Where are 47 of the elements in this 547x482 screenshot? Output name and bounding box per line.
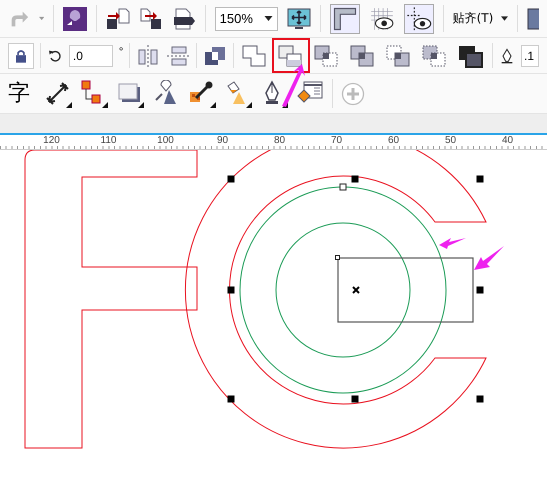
caret-icon (501, 16, 508, 21)
arrow-drawing (474, 246, 504, 270)
ruler-label: 110 (100, 135, 118, 148)
connector-tool-icon[interactable] (80, 80, 108, 108)
zoom-dropdown[interactable]: 150% (214, 6, 278, 30)
ruler-icon[interactable] (330, 4, 360, 34)
snap-dropdown[interactable]: 贴齐(T) (452, 10, 508, 27)
eyedropper-tool-icon[interactable] (188, 80, 216, 108)
ruler-label: 120 (42, 135, 61, 148)
selection-handle[interactable] (476, 396, 484, 402)
ruler-label: 90 (216, 135, 230, 148)
selection-handle[interactable] (228, 286, 234, 294)
guidelines-eye-icon[interactable] (404, 4, 434, 34)
node-handle[interactable] (335, 255, 340, 260)
pen-nib-icon (499, 48, 516, 64)
node-handle[interactable] (340, 184, 346, 190)
selection-handle[interactable] (228, 176, 234, 182)
selection-handle[interactable] (352, 176, 358, 182)
rotation-field[interactable]: .0 (68, 44, 113, 66)
dimension-tool-icon[interactable] (44, 80, 72, 108)
lock-icon[interactable] (8, 42, 34, 68)
ruler-label: 70 (330, 135, 344, 148)
outline-width-field[interactable]: .1 (521, 44, 540, 66)
ruler-label: 80 (272, 135, 286, 148)
shaping-icon (457, 44, 486, 68)
export-icon[interactable] (138, 6, 163, 30)
degree-label: ° (118, 46, 124, 58)
selection-handle[interactable] (476, 176, 484, 182)
zoom-to-fit-icon[interactable] (287, 6, 312, 30)
selection-handle[interactable] (352, 396, 358, 402)
caret-icon[interactable] (39, 16, 44, 21)
ruler-label: 100 (156, 135, 175, 148)
selection-handle[interactable] (228, 396, 234, 402)
ruler-label: 40 (500, 135, 514, 148)
arrow-drawing (439, 238, 466, 249)
ruler-label: 60 (386, 135, 400, 148)
text-tool[interactable]: 字 (8, 80, 36, 108)
selection-handle[interactable] (476, 286, 484, 294)
import-icon[interactable] (106, 6, 130, 30)
grid-eye-icon[interactable] (368, 6, 395, 32)
rotate-icon (46, 48, 63, 64)
mirror-vertical-icon[interactable] (166, 44, 190, 68)
ruler-label: 50 (444, 135, 458, 148)
mirror-horizontal-icon[interactable] (136, 44, 160, 68)
caret-icon (264, 16, 274, 21)
arrow-drawing (282, 64, 305, 107)
center-marker-icon (352, 286, 360, 294)
